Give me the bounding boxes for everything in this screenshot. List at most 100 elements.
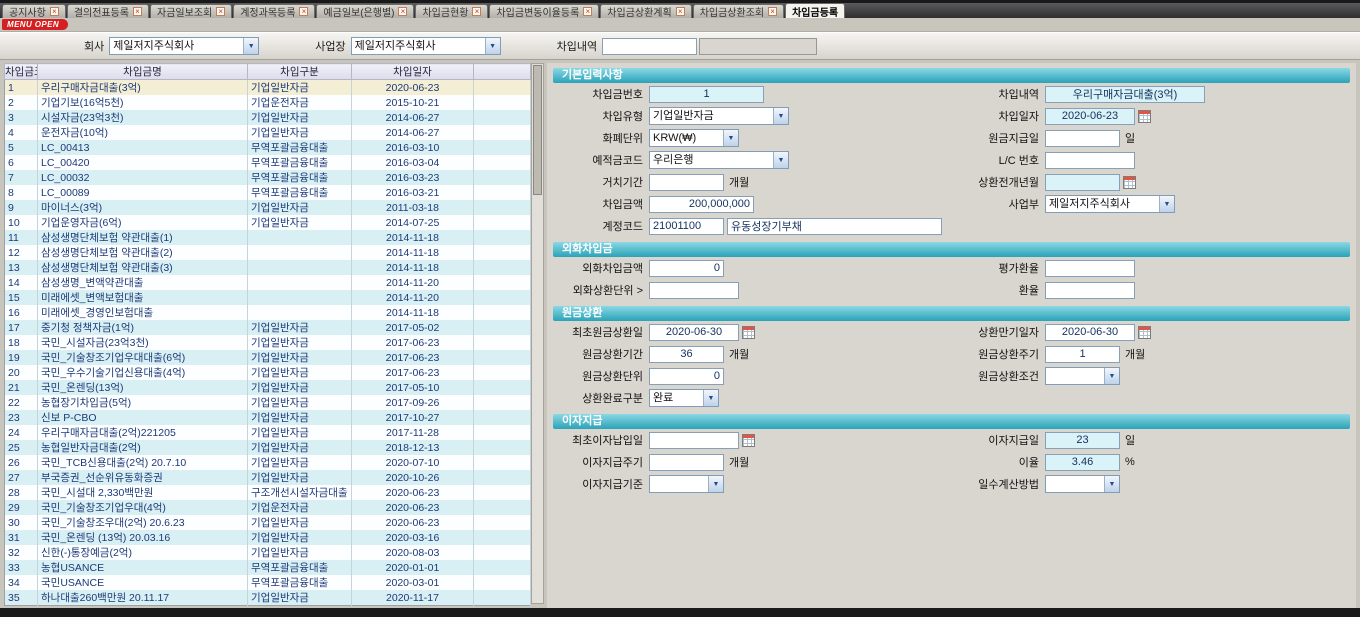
table-row[interactable]: 4운전자금(10억)기업일반자금2014-06-27 [5,125,531,140]
branch-select[interactable]: 제일저지주식회사 ▼ [351,37,501,55]
table-scrollbar[interactable] [531,63,544,604]
table-row[interactable]: 23신보 P-CBO기업일반자금2017-10-27 [5,410,531,425]
eval-rate-input[interactable] [1045,260,1135,277]
repay-period-input[interactable] [649,346,724,363]
table-row[interactable]: 5LC_00413무역포괄금융대출2016-03-10 [5,140,531,155]
close-icon[interactable]: × [768,7,777,16]
table-row[interactable]: 22농협장기차입금(5억)기업일반자금2017-09-26 [5,395,531,410]
day-count-method-select[interactable]: ▼ [1045,475,1120,493]
lc-no-input[interactable] [1045,152,1135,169]
table-row[interactable]: 34국민USANCE무역포괄금융대출2020-03-01 [5,575,531,590]
tab-item-3[interactable]: 계정과목등록× [233,4,315,18]
calendar-icon[interactable] [1138,110,1151,123]
currency-select[interactable]: KRW(₩) ▼ [649,129,739,147]
maturity-date-input[interactable] [1045,324,1135,341]
calendar-icon[interactable] [742,326,755,339]
repay-complete-select[interactable]: 완료 ▼ [649,389,719,407]
calendar-icon[interactable] [742,434,755,447]
grace-period-input[interactable] [649,174,724,191]
repay-cycle-input[interactable] [1045,346,1120,363]
table-row[interactable]: 12삼성생명단체보험 약관대출(2)2014-11-18 [5,245,531,260]
loan-type-select[interactable]: 기업일반자금 ▼ [649,107,789,125]
loan-date-label: 차입일자 [941,108,1045,124]
table-row[interactable]: 25농협일반자금대출(2억)기업일반자금2018-12-13 [5,440,531,455]
table-row[interactable]: 10기업운영자금(6억)기업일반자금2014-07-25 [5,215,531,230]
table-row[interactable]: 3시설자금(23억3천)기업일반자금2014-06-27 [5,110,531,125]
first-repay-date-input[interactable] [649,324,739,341]
pre-repay-ym-input[interactable] [1045,174,1120,191]
table-row[interactable]: 17중기청 정책자금(1억)기업일반자금2017-05-02 [5,320,531,335]
scrollbar-thumb[interactable] [533,65,542,195]
tab-item-0[interactable]: 공지사항× [2,4,66,18]
table-row[interactable]: 30국민_기술창조우대(2억) 20.6.23기업일반자금2020-06-23 [5,515,531,530]
tab-item-4[interactable]: 예금일보(은행별)× [316,4,414,18]
loan-amount-input[interactable] [649,196,754,213]
table-row[interactable]: 21국민_온렌딩(13억)기업일반자금2017-05-10 [5,380,531,395]
table-row[interactable]: 2기업기보(16억5천)기업운전자금2015-10-21 [5,95,531,110]
table-row[interactable]: 27부국증권_선순위유동화증권기업일반자금2020-10-26 [5,470,531,485]
table-row[interactable]: 18국민_시설자금(23억3천)기업일반자금2017-06-23 [5,335,531,350]
repay-condition-select[interactable]: ▼ [1045,367,1120,385]
tab-item-6[interactable]: 차입금변동이율등록× [489,4,599,18]
table-row[interactable]: 1우리구매자금대출(3억)기업일반자금2020-06-23 [5,80,531,96]
close-icon[interactable]: × [50,7,59,16]
division-select[interactable]: 제일저지주식회사 ▼ [1045,195,1175,213]
close-icon[interactable]: × [398,7,407,16]
deposit-code-select[interactable]: 우리은행 ▼ [649,151,789,169]
loan-desc-filter-input2[interactable] [699,38,817,55]
table-row[interactable]: 7LC_00032무역포괄금융대출2016-03-23 [5,170,531,185]
table-row[interactable]: 33농협USANCE무역포괄금융대출2020-01-01 [5,560,531,575]
principal-pay-day-input[interactable] [1045,130,1120,147]
tab-item-9[interactable]: 차입금등록 [785,3,845,18]
tab-item-8[interactable]: 차입금상환조회× [693,4,784,18]
close-icon[interactable]: × [133,7,142,16]
loan-name-input[interactable] [1045,86,1205,103]
interest-rate-input[interactable] [1045,454,1120,471]
table-row[interactable]: 28국민_시설대 2,330백만원구조개선시설자금대출2020-06-23 [5,485,531,500]
tab-item-2[interactable]: 자금일보조회× [150,4,232,18]
table-row[interactable]: 20국민_우수기술기업신용대출(4억)기업일반자금2017-06-23 [5,365,531,380]
calendar-icon[interactable] [1138,326,1151,339]
close-icon[interactable]: × [583,7,592,16]
table-row[interactable]: 6LC_00420무역포괄금융대출2016-03-04 [5,155,531,170]
loan-no-input[interactable] [649,86,764,103]
menu-open-button[interactable]: MENU OPEN [2,19,68,30]
calendar-icon[interactable] [1123,176,1136,189]
loan-desc-filter-input[interactable] [602,38,697,55]
close-icon[interactable]: × [472,7,481,16]
close-icon[interactable]: × [299,7,308,16]
table-row[interactable]: 26국민_TCB신용대출(2억) 20.7.10기업일반자금2020-07-10 [5,455,531,470]
interest-basis-select[interactable]: ▼ [649,475,724,493]
table-row[interactable]: 13삼성생명단체보험 약관대출(3)2014-11-18 [5,260,531,275]
table-row[interactable]: 31국민_온렌딩 (13억) 20.03.16기업일반자금2020-03-16 [5,530,531,545]
first-interest-date-input[interactable] [649,432,739,449]
table-row[interactable]: 16미래에셋_경영인보험대출2014-11-18 [5,305,531,320]
tab-item-5[interactable]: 차입금현황× [415,4,488,18]
table-row[interactable]: 35하나대출260백만원 20.11.17기업일반자금2020-11-17 [5,590,531,606]
table-row[interactable]: 19국민_기술창조기업우대대출(6억)기업일반자금2017-06-23 [5,350,531,365]
interest-day-input[interactable] [1045,432,1120,449]
table-row[interactable]: 9마이너스(3억)기업일반자금2011-03-18 [5,200,531,215]
exchange-rate-input[interactable] [1045,282,1135,299]
fx-amount-input[interactable] [649,260,724,277]
company-select[interactable]: 제일저지주식회사 ▼ [109,37,259,55]
repay-unit-input[interactable] [649,368,724,385]
table-cell: 기업운전자금 [248,95,352,110]
tab-item-7[interactable]: 차입금상환계획× [600,4,691,18]
table-row[interactable]: 24우리구매자금대출(2억)221205기업일반자금2017-11-28 [5,425,531,440]
table-row[interactable]: 15미래에셋_변액보험대출2014-11-20 [5,290,531,305]
table-row[interactable]: 8LC_00089무역포괄금융대출2016-03-21 [5,185,531,200]
interest-cycle-input[interactable] [649,454,724,471]
table-row[interactable]: 14삼성생명_변액약관대출2014-11-20 [5,275,531,290]
close-icon[interactable]: × [216,7,225,16]
table-cell [474,530,531,545]
close-icon[interactable]: × [676,7,685,16]
table-row[interactable]: 29국민_기술창조기업우대(4억)기업운전자금2020-06-23 [5,500,531,515]
account-name-input[interactable] [727,218,942,235]
tab-item-1[interactable]: 결의전표등록× [67,4,149,18]
account-code-input[interactable] [649,218,724,235]
loan-date-input[interactable] [1045,108,1135,125]
table-row[interactable]: 32신한(-)통장예금(2억)기업일반자금2020-08-03 [5,545,531,560]
table-row[interactable]: 11삼성생명단체보험 약관대출(1)2014-11-18 [5,230,531,245]
fx-repay-unit-input[interactable] [649,282,739,299]
